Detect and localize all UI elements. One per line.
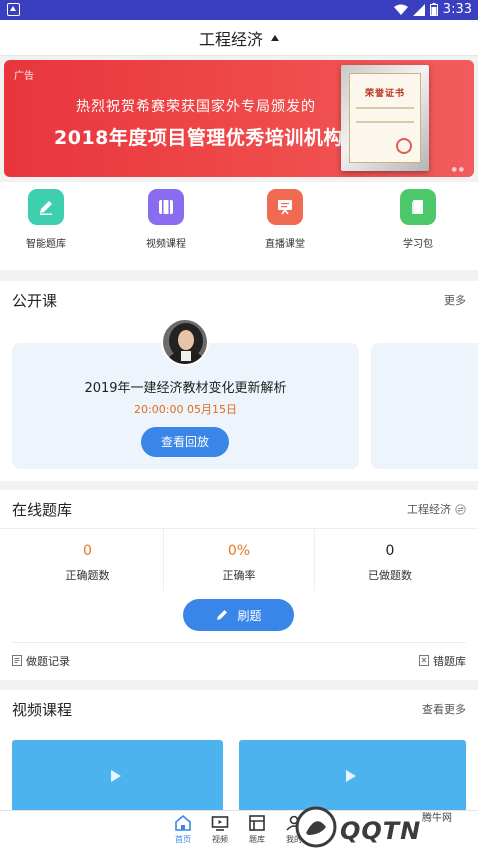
stat-value: 0: [385, 543, 395, 559]
pencil-icon: [217, 610, 228, 620]
question-bank-section: 在线题库 工程经济 0 正确题数 0% 正确率 0 已做题数 刷题 做题记录 错…: [0, 490, 478, 680]
tab-label: 视频: [212, 835, 228, 844]
subject-switch[interactable]: 工程经济: [407, 501, 466, 517]
record-icon: [12, 655, 22, 666]
stat-label: 正确率: [222, 569, 256, 582]
section-title: 在线题库: [12, 500, 73, 519]
stat-done-count: 0 已做题数: [314, 529, 465, 591]
signal-icon: [412, 3, 425, 16]
film-icon: [148, 189, 184, 225]
record-label: 做题记录: [26, 654, 70, 668]
quick-item-label: 学习包: [403, 239, 433, 250]
practice-button[interactable]: 刷题: [183, 599, 294, 631]
quick-item-smart-bank[interactable]: 智能题库: [6, 189, 86, 250]
promo-banner[interactable]: 广告 热烈祝贺希赛荣获国家外专局颁发的 2018年度项目管理优秀培训机构 荣誉证…: [4, 60, 474, 177]
watermark-brand: QQTN: [340, 817, 422, 845]
course-time: 20:00:00 05月15日: [134, 403, 237, 416]
banner-line1: 热烈祝贺希赛荣获国家外专局颁发的: [76, 99, 316, 115]
video-course-section: 视频课程 查看更多: [0, 690, 478, 820]
stat-value: 0: [83, 543, 92, 559]
banner-indicator: ● ●: [451, 166, 464, 173]
quick-item-live-class[interactable]: 直播课堂: [245, 189, 325, 250]
quick-item-study-pack[interactable]: 学习包: [378, 189, 458, 250]
practice-record-link[interactable]: 做题记录: [12, 653, 70, 669]
ad-label: 广告: [14, 71, 34, 82]
subject-selector[interactable]: 工程经济: [0, 20, 478, 56]
quick-menu: 智能题库 视频课程 直播课堂 学习包: [0, 182, 478, 270]
plaque-title: 荣誉证书: [364, 89, 405, 99]
watermark: QQTN 腾牛网: [294, 803, 474, 851]
tab-label: 题库: [249, 835, 265, 844]
course-title: 2019年一建经济教材变化更新解析: [84, 381, 287, 396]
book-icon: [400, 189, 436, 225]
tab-question-bank[interactable]: 题库: [237, 814, 277, 845]
stat-accuracy: 0% 正确率: [163, 529, 314, 591]
wrong-book-icon: [419, 655, 429, 666]
question-bank-icon: [249, 815, 265, 831]
watermark-logo: [295, 806, 337, 848]
status-bar: 3:33: [0, 0, 478, 20]
see-more-link[interactable]: 查看更多: [422, 701, 466, 717]
wrong-bank-link[interactable]: 错题库: [419, 653, 466, 669]
seal-icon: [396, 138, 412, 154]
subject-label: 工程经济: [407, 503, 451, 516]
quick-item-label: 直播课堂: [265, 239, 305, 250]
pencil-icon: [28, 189, 64, 225]
stats-row: 0 正确题数 0% 正确率 0 已做题数: [0, 528, 478, 591]
section-title: 视频课程: [12, 700, 73, 719]
stat-correct-count: 0 正确题数: [12, 529, 163, 591]
public-course-section: 公开课 更多 2019年一建经济教材变化更新解析 20:00:00 05月15日…: [0, 281, 478, 481]
stat-label: 正确题数: [65, 569, 110, 582]
video-thumbnail[interactable]: [12, 740, 223, 820]
course-card[interactable]: [371, 343, 478, 469]
status-time: 3:33: [442, 2, 472, 17]
banner-line2: 2018年度项目管理优秀培训机构: [54, 127, 343, 149]
presentation-icon: [267, 189, 303, 225]
quick-item-label: 视频课程: [146, 239, 186, 250]
notification-icon: [7, 3, 20, 16]
video-icon: [211, 816, 229, 831]
watermark-site: 腾牛网: [422, 813, 452, 824]
more-link[interactable]: 更多: [444, 292, 466, 308]
tab-home[interactable]: 首页: [163, 814, 203, 845]
play-icon: [346, 770, 356, 782]
replay-button[interactable]: 查看回放: [141, 427, 229, 457]
practice-label: 刷题: [237, 608, 262, 623]
stat-value: 0%: [227, 543, 251, 559]
wrong-bank-label: 错题库: [433, 654, 466, 668]
certificate-plaque-image: 荣誉证书: [341, 65, 429, 171]
quick-item-label: 智能题库: [26, 239, 66, 250]
stat-label: 已做题数: [368, 569, 412, 582]
wifi-icon: [393, 4, 408, 15]
quick-item-video-course[interactable]: 视频课程: [126, 189, 206, 250]
section-title: 公开课: [12, 291, 58, 310]
record-row: 做题记录 错题库: [12, 642, 466, 678]
caret-up-icon: [271, 34, 279, 41]
home-icon: [175, 814, 191, 831]
tab-label: 首页: [175, 835, 191, 844]
teacher-avatar: [161, 318, 209, 366]
battery-icon: [429, 3, 438, 16]
switch-icon: [455, 503, 466, 515]
play-icon: [111, 770, 121, 782]
page-title: 工程经济: [198, 29, 263, 49]
tab-video[interactable]: 视频: [200, 814, 240, 845]
